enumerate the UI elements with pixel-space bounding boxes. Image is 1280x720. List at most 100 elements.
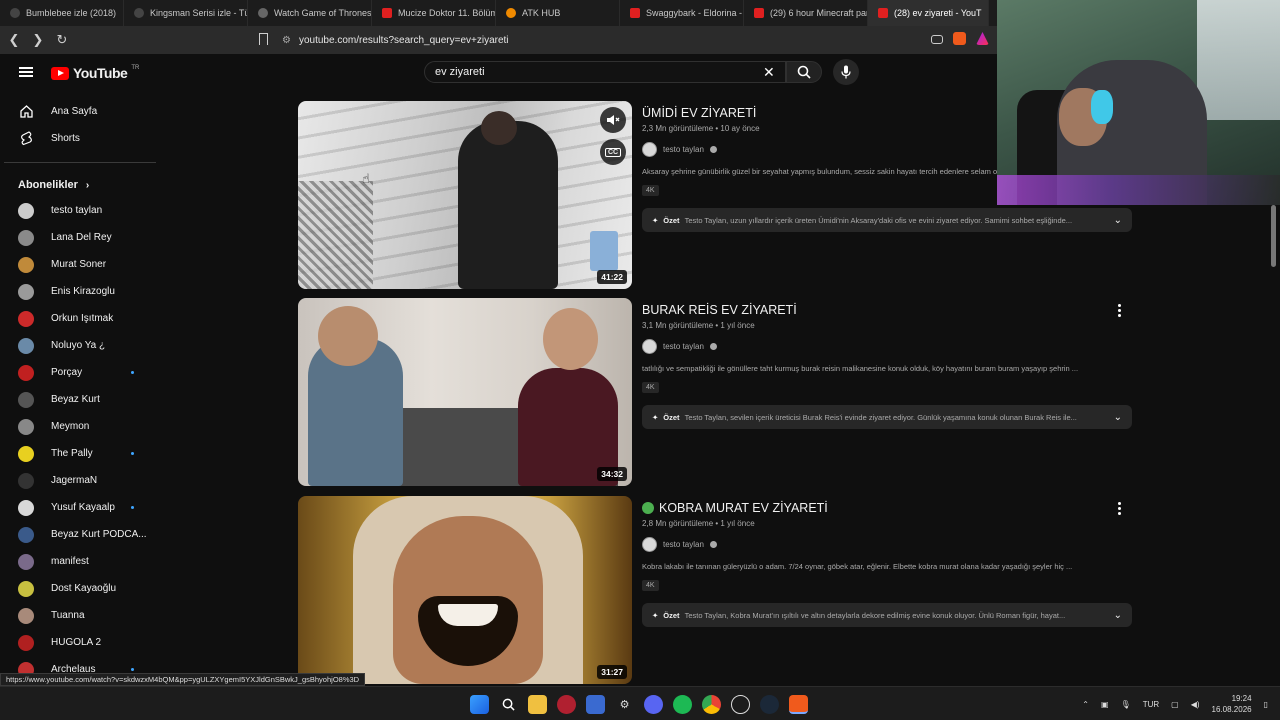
settings-icon[interactable]: ⚙	[615, 695, 634, 714]
channel-avatar	[18, 607, 34, 624]
site-settings-icon[interactable]: ⚙	[282, 35, 291, 46]
subscription-label: Tuanna	[51, 610, 85, 621]
channel-link[interactable]: testo taylan	[642, 537, 1132, 552]
more-options-icon[interactable]	[1118, 304, 1122, 319]
whatsapp-icon[interactable]	[731, 695, 750, 714]
search-icon	[797, 65, 811, 79]
video-result[interactable]: 34:32 BURAK REİS EV ZİYARETİ 3,1 Mn görü…	[298, 298, 1132, 486]
browser-tab[interactable]: (29) 6 hour Minecraft par	[744, 0, 868, 26]
chrome-icon[interactable]	[702, 695, 721, 714]
browser-tab[interactable]: Watch Game of Thrones E	[248, 0, 372, 26]
channel-avatar[interactable]	[642, 339, 657, 354]
volume-icon[interactable]: ◀)	[1191, 700, 1200, 709]
mic-tray-icon[interactable]: 🎙	[1121, 700, 1131, 709]
spotify-icon[interactable]	[673, 695, 692, 714]
browser-tab[interactable]: Bumblebee izle (2018)	[0, 0, 124, 26]
reload-icon[interactable]: ↻	[52, 32, 72, 48]
video-title[interactable]: BURAK REİS EV ZİYARETİ	[642, 302, 1132, 318]
mute-button[interactable]	[600, 107, 626, 133]
sidebar-subscription-item[interactable]: testo taylan	[0, 197, 160, 224]
sidebar-subscription-item[interactable]: Noluyo Ya ¿	[0, 332, 160, 359]
bookmark-icon[interactable]	[259, 33, 268, 45]
cast-icon[interactable]	[931, 35, 943, 44]
back-icon[interactable]: ❮	[4, 32, 24, 48]
browser-tab[interactable]: Swaggybark - Eldorina - 3	[620, 0, 744, 26]
sidebar-subscription-item[interactable]: Dost Kayaoğlu	[0, 575, 160, 602]
channel-avatar	[18, 526, 34, 543]
cobra-emoji-icon	[642, 502, 654, 514]
wifi-icon[interactable]: ▢	[1171, 700, 1179, 709]
chevron-down-icon[interactable]: ⌄	[1114, 610, 1122, 621]
captions-button[interactable]: CC	[600, 139, 626, 165]
voice-search-button[interactable]	[833, 59, 859, 85]
video-result[interactable]: 31:27 KOBRA MURAT EV ZİYARETİ 2,8 Mn gör…	[298, 496, 1132, 684]
ai-summary[interactable]: ✦ Özet Testo Taylan, uzun yıllardır içer…	[642, 208, 1132, 232]
screen: Bumblebee izle (2018) Kingsman Serisi iz…	[0, 0, 1280, 720]
notification-icon[interactable]: ▯	[1264, 700, 1268, 709]
discord-icon[interactable]	[644, 695, 663, 714]
channel-avatar[interactable]	[642, 142, 657, 157]
search-input[interactable]: ev ziyareti	[424, 61, 786, 83]
sidebar-subscription-item[interactable]: Beyaz Kurt PODCA...	[0, 521, 160, 548]
new-content-dot	[131, 371, 134, 374]
scrollbar-thumb[interactable]	[1271, 205, 1276, 267]
video-thumbnail[interactable]: 31:27	[298, 496, 632, 684]
search-button[interactable]	[786, 61, 822, 83]
browser-tab[interactable]: ATK HUB	[496, 0, 620, 26]
file-explorer-icon[interactable]	[528, 695, 547, 714]
tray-chevron-up-icon[interactable]: ⌃	[1082, 700, 1089, 709]
browser-tab[interactable]: Kingsman Serisi izle - Tüm	[124, 0, 248, 26]
sidebar-subscription-item[interactable]: Meymon	[0, 413, 160, 440]
youtube-logo[interactable]: YouTube TR	[51, 65, 139, 81]
sidebar-subscription-item[interactable]: Porçay	[0, 359, 160, 386]
page-scrollbar[interactable]	[1268, 205, 1280, 685]
windows-start-icon[interactable]	[470, 695, 489, 714]
video-thumbnail[interactable]: 34:32	[298, 298, 632, 486]
brave-shield-icon[interactable]	[953, 32, 966, 45]
chevron-down-icon[interactable]: ⌄	[1114, 215, 1122, 226]
browser-tab[interactable]: Mucize Doktor 11. Bölüm	[372, 0, 496, 26]
sidebar-item-shorts[interactable]: Shorts	[0, 125, 160, 152]
browser-tab-active[interactable]: (28) ev ziyareti - YouT✕	[868, 0, 989, 26]
video-title[interactable]: KOBRA MURAT EV ZİYARETİ	[642, 500, 1132, 516]
sidebar-subscription-item[interactable]: Enis Kirazoglu	[0, 278, 160, 305]
ai-summary[interactable]: ✦ Özet Testo Taylan, sevilen içerik üret…	[642, 405, 1132, 429]
brave-rewards-icon[interactable]	[976, 32, 989, 45]
sidebar-subscription-item[interactable]: Tuanna	[0, 602, 160, 629]
clear-search-icon[interactable]: ✕	[763, 64, 775, 81]
sidebar-subscription-item[interactable]: Beyaz Kurt	[0, 386, 160, 413]
sidebar-subscription-item[interactable]: The Pally	[0, 440, 160, 467]
sidebar-subscription-item[interactable]: JagermaN	[0, 467, 160, 494]
search-icon[interactable]	[499, 695, 518, 714]
network-tray-icon[interactable]: ▣	[1101, 700, 1109, 709]
channel-avatar[interactable]	[642, 537, 657, 552]
language-indicator[interactable]: TUR	[1143, 700, 1159, 709]
forward-icon[interactable]: ❯	[28, 32, 48, 48]
video-duration: 34:32	[597, 467, 627, 481]
sidebar-subscription-item[interactable]: manifest	[0, 548, 160, 575]
status-link-preview: https://www.youtube.com/watch?v=skdwzxM4…	[0, 673, 366, 686]
sidebar-subscription-item[interactable]: Yusuf Kayaalp	[0, 494, 160, 521]
menu-icon[interactable]	[19, 67, 33, 77]
steam-icon[interactable]	[760, 695, 779, 714]
store-icon[interactable]	[586, 695, 605, 714]
subscription-label: The Pally	[51, 448, 93, 459]
person-head-image	[481, 111, 517, 145]
chevron-right-icon: ›	[85, 179, 90, 191]
game-app-icon[interactable]	[557, 695, 576, 714]
sidebar-subscription-item[interactable]: Orkun Işıtmak	[0, 305, 160, 332]
sidebar-subscription-item[interactable]: Murat Soner	[0, 251, 160, 278]
url-field[interactable]: ⚙ youtube.com/results?search_query=ev+zi…	[282, 30, 942, 50]
ai-summary[interactable]: ✦ Özet Testo Taylan, Kobra Murat'ın ışıl…	[642, 603, 1132, 627]
channel-link[interactable]: testo taylan	[642, 339, 1132, 354]
sidebar-item-home[interactable]: Ana Sayfa	[0, 98, 160, 125]
sidebar-subscription-item[interactable]: Lana Del Rey	[0, 224, 160, 251]
more-options-icon[interactable]	[1118, 502, 1122, 517]
clock[interactable]: 19:24 16.08.2026	[1212, 693, 1252, 715]
sidebar-subscription-item[interactable]: HUGOLA 2	[0, 629, 160, 656]
extension-area	[931, 32, 989, 45]
subscriptions-header[interactable]: Abonelikler ›	[0, 173, 160, 197]
video-thumbnail[interactable]: CC 41:22 ☝	[298, 101, 632, 289]
brave-icon[interactable]	[789, 695, 808, 714]
chevron-down-icon[interactable]: ⌄	[1114, 412, 1122, 423]
